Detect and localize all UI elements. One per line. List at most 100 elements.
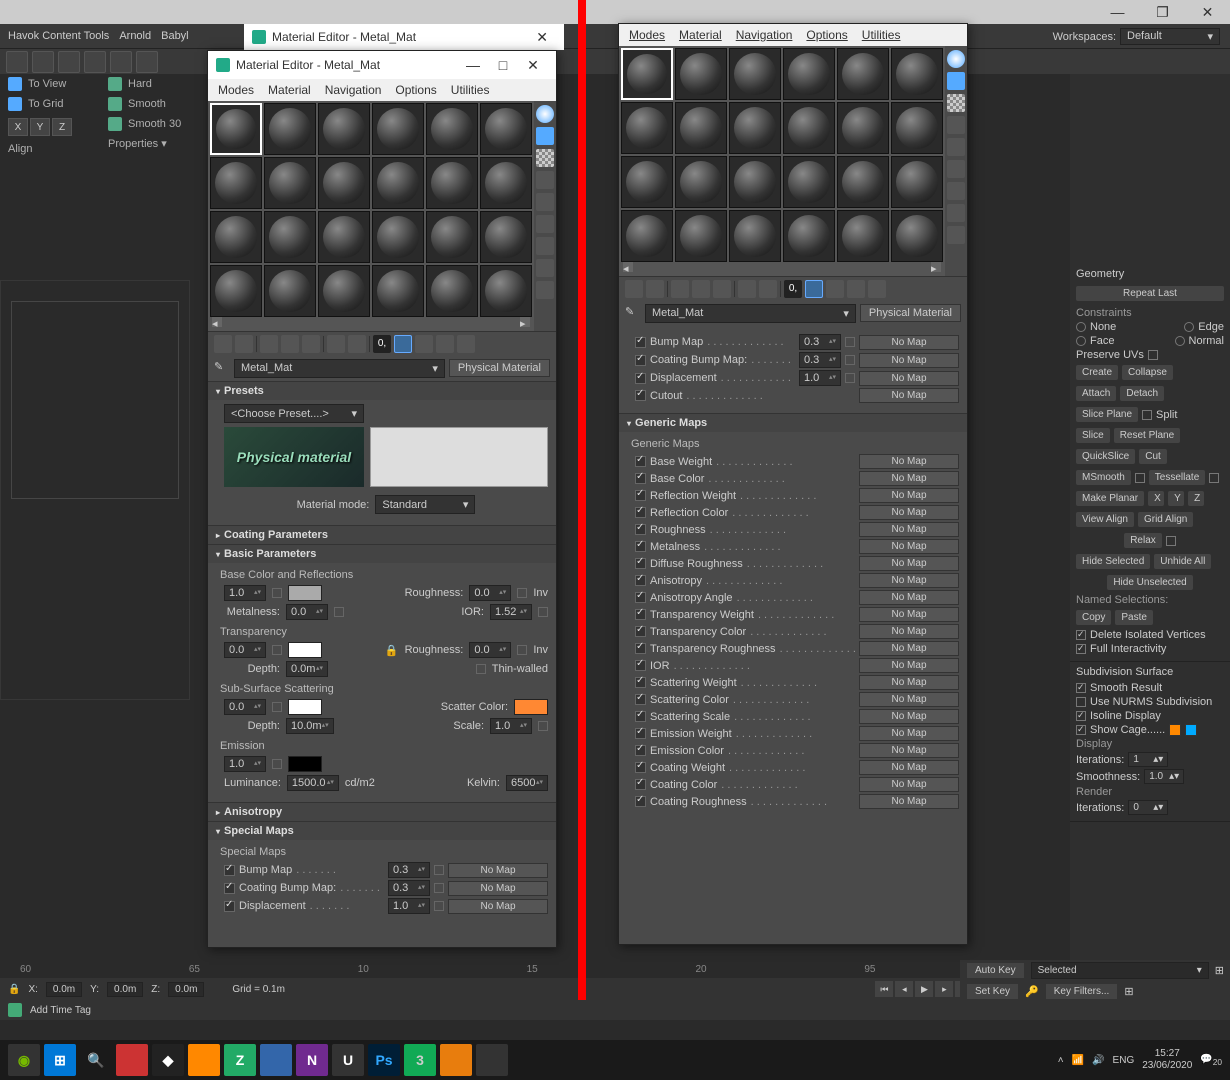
sss-depth-spinner[interactable]: 10.0m▴▾ [286,718,334,734]
window-titlebar[interactable]: Material Editor - Metal_Mat — □ ✕ [208,51,556,79]
maximize-icon[interactable]: □ [488,57,518,73]
msmooth-opt[interactable] [1135,473,1145,483]
map-slot-button[interactable]: No Map [859,505,959,520]
material-slot[interactable] [210,103,262,155]
map-slot-button[interactable]: No Map [859,675,959,690]
video-check-icon[interactable] [536,193,554,211]
map-checkbox[interactable] [635,728,646,739]
menu-havok[interactable]: Havok Content Tools [8,30,109,42]
options-icon[interactable] [536,237,554,255]
save-icon[interactable] [348,335,366,353]
material-slot[interactable] [783,210,835,262]
material-type-button[interactable]: Physical Material [860,304,961,322]
options-icon[interactable] [947,182,965,200]
create-button[interactable]: Create [1076,365,1118,380]
paste-button[interactable]: Paste [1115,610,1153,625]
map-toggle[interactable] [517,588,527,598]
slots-scrollbar[interactable]: ◂▸ [210,317,532,329]
cut-button[interactable]: Cut [1139,449,1167,464]
menu-material[interactable]: Material [268,83,311,98]
map-toggle[interactable] [845,373,855,383]
lang-indicator[interactable]: ENG [1113,1055,1135,1066]
attach-button[interactable]: Attach [1076,386,1116,401]
map-toggle[interactable] [538,721,548,731]
coating-rollout-header[interactable]: Coating Parameters [208,526,556,544]
tag-icon[interactable] [8,1003,22,1017]
map-slot-button[interactable]: No Map [859,488,959,503]
thinwalled-checkbox[interactable] [476,664,486,674]
zbrush-icon[interactable]: Z [224,1044,256,1076]
material-slot[interactable] [372,103,424,155]
go-sibling-icon[interactable] [457,335,475,353]
edge-radio[interactable] [1184,322,1194,332]
roughness-spinner[interactable]: 0.0▴▾ [469,585,511,601]
map-checkbox[interactable] [635,711,646,722]
subdiv-header[interactable]: Subdivision Surface [1076,666,1224,678]
goto-start-icon[interactable]: ⏮ [875,981,893,997]
x-field[interactable]: 0.0m [46,982,82,997]
emission-spinner[interactable]: 1.0▴▾ [224,756,266,772]
onenote-icon[interactable]: N [296,1044,328,1076]
special-maps-rollout-header[interactable]: Special Maps [208,822,556,840]
material-name-input[interactable]: Metal_Mat▾ [234,359,445,378]
scale-spinner[interactable]: 1.0▴▾ [490,718,532,734]
menu-navigation[interactable]: Navigation [736,28,793,43]
map-toggle[interactable] [434,901,444,911]
map-slot-button[interactable]: No Map [859,794,959,809]
map-slot-button[interactable]: No Map [448,863,548,878]
unhideall-button[interactable]: Unhide All [1154,554,1211,569]
resetplane-button[interactable]: Reset Plane [1114,428,1180,443]
material-slot[interactable] [675,48,727,100]
planar-x[interactable]: X [1148,491,1164,506]
lock-icon[interactable]: 🔒 [385,644,399,657]
preset-dropdown[interactable]: <Choose Preset....>▾ [224,404,364,423]
slice-button[interactable]: Slice [1076,428,1110,443]
material-slot[interactable] [729,210,781,262]
repeat-last-button[interactable]: Repeat Last [1076,286,1224,301]
app-icon[interactable] [476,1044,508,1076]
nvidia-icon[interactable]: ◉ [8,1044,40,1076]
material-slot[interactable] [891,102,943,154]
material-slot[interactable] [426,157,478,209]
material-slot[interactable] [318,211,370,263]
map-slot-button[interactable]: No Map [859,371,959,386]
time-ruler[interactable]: 6065 1015 2095 100 [0,960,1070,978]
inv-label[interactable]: Inv [533,587,548,599]
face-radio[interactable] [1076,336,1086,346]
search-icon[interactable]: 🔍 [80,1044,112,1076]
map-checkbox[interactable] [635,626,646,637]
go-parent-icon[interactable] [436,335,454,353]
iterations-spinner[interactable]: 1▴▾ [1128,752,1168,767]
background-icon[interactable] [947,94,965,112]
map-slot-button[interactable]: No Map [859,709,959,724]
map-slot-button[interactable]: No Map [859,743,959,758]
video-check-icon[interactable] [947,138,965,156]
material-slot[interactable] [621,156,673,208]
material-slot[interactable] [621,210,673,262]
map-slot-button[interactable]: No Map [448,881,548,896]
preserve-uv-checkbox[interactable] [1148,350,1158,360]
material-slot[interactable] [210,211,262,263]
scatter-color-swatch[interactable] [514,699,548,715]
smooth-button[interactable]: Smooth [100,94,200,114]
preview-icon[interactable] [947,160,965,178]
baseweight-spinner[interactable]: 1.0▴▾ [224,585,266,601]
map-amount-spinner[interactable]: 1.0▴▾ [388,898,430,914]
map-slot-button[interactable]: No Map [859,522,959,537]
axis-x-button[interactable]: X [8,118,28,136]
material-slot[interactable] [480,265,532,317]
tray-expand-icon[interactable]: ˄ [1058,1055,1064,1066]
map-amount-spinner[interactable]: 1.0▴▾ [799,370,841,386]
assign-icon[interactable] [671,280,689,298]
properties-button[interactable]: Properties ▾ [100,134,200,153]
sss-swatch[interactable] [288,699,322,715]
get-material-icon[interactable] [625,280,643,298]
map-amount-spinner[interactable]: 0.3▴▾ [799,334,841,350]
basic-rollout-header[interactable]: Basic Parameters [208,545,556,563]
material-slot[interactable] [426,103,478,155]
material-slot[interactable] [675,210,727,262]
put-material-icon[interactable] [235,335,253,353]
deleteiso-checkbox[interactable] [1076,630,1086,640]
next-frame-icon[interactable]: ▸ [935,981,953,997]
planar-z[interactable]: Z [1188,491,1204,506]
